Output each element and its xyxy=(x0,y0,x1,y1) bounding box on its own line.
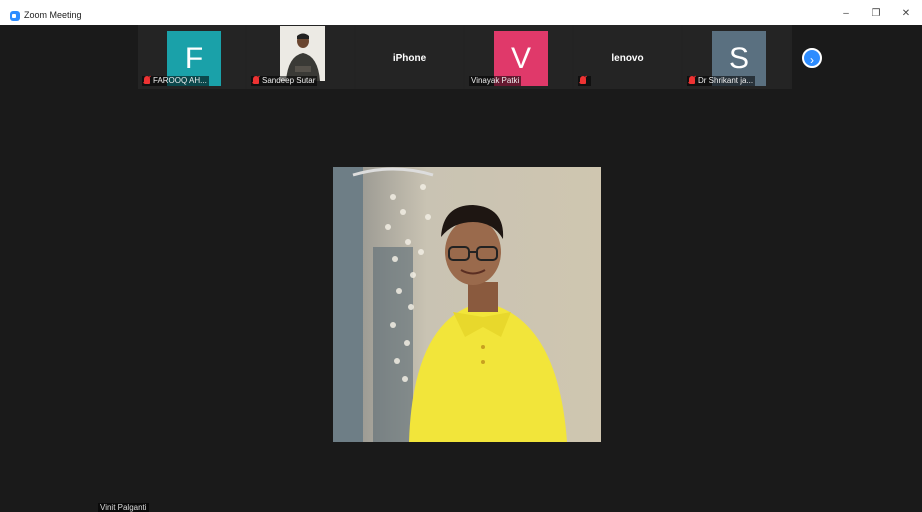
speaker-photo xyxy=(333,167,601,442)
minimize-button[interactable]: – xyxy=(837,6,855,22)
participant-tile[interactable]: F FAROOQ AH... xyxy=(138,25,245,89)
participant-name: Dr Shrikant ja... xyxy=(698,76,754,85)
chevron-right-icon: › xyxy=(810,53,814,67)
participant-video xyxy=(280,26,325,81)
participant-tile[interactable]: Sandeep Sutar xyxy=(247,25,354,89)
close-button[interactable]: ✕ xyxy=(897,6,915,22)
participant-name: lenovo xyxy=(611,53,644,64)
participant-name: iPhone xyxy=(392,53,427,64)
active-speaker-name: Vinit Palganti xyxy=(98,503,149,512)
participant-name-tag: Vinayak Patki xyxy=(469,76,522,86)
participant-name-tag xyxy=(578,76,591,86)
participant-name: Sandeep Sutar xyxy=(262,76,316,85)
next-page-button[interactable]: › xyxy=(802,48,822,68)
mic-muted-icon xyxy=(580,76,586,84)
restore-button[interactable]: ❐ xyxy=(867,6,885,22)
participant-name-tag: FAROOQ AH... xyxy=(142,76,209,86)
mic-muted-icon xyxy=(689,76,695,84)
participant-strip: F FAROOQ AH... Sandeep Sutar iPhone V Vi… xyxy=(138,25,792,89)
participant-name: Vinayak Patki xyxy=(471,76,520,85)
mic-muted-icon xyxy=(144,76,150,84)
window-title: Zoom Meeting xyxy=(24,10,82,20)
participant-name-tag: Dr Shrikant ja... xyxy=(687,76,756,86)
participant-tile[interactable]: lenovo xyxy=(574,25,681,89)
participant-tile[interactable]: iPhone xyxy=(356,25,463,89)
participant-tile[interactable]: V Vinayak Patki xyxy=(465,25,572,89)
participant-tile[interactable]: S Dr Shrikant ja... xyxy=(683,25,790,89)
active-speaker-video xyxy=(333,167,601,442)
title-bar: Zoom Meeting – ❐ ✕ xyxy=(0,0,922,25)
mic-muted-icon xyxy=(253,76,259,84)
participant-name: FAROOQ AH... xyxy=(153,76,207,85)
participant-name-tag: Sandeep Sutar xyxy=(251,76,318,86)
zoom-app-icon xyxy=(10,11,20,21)
